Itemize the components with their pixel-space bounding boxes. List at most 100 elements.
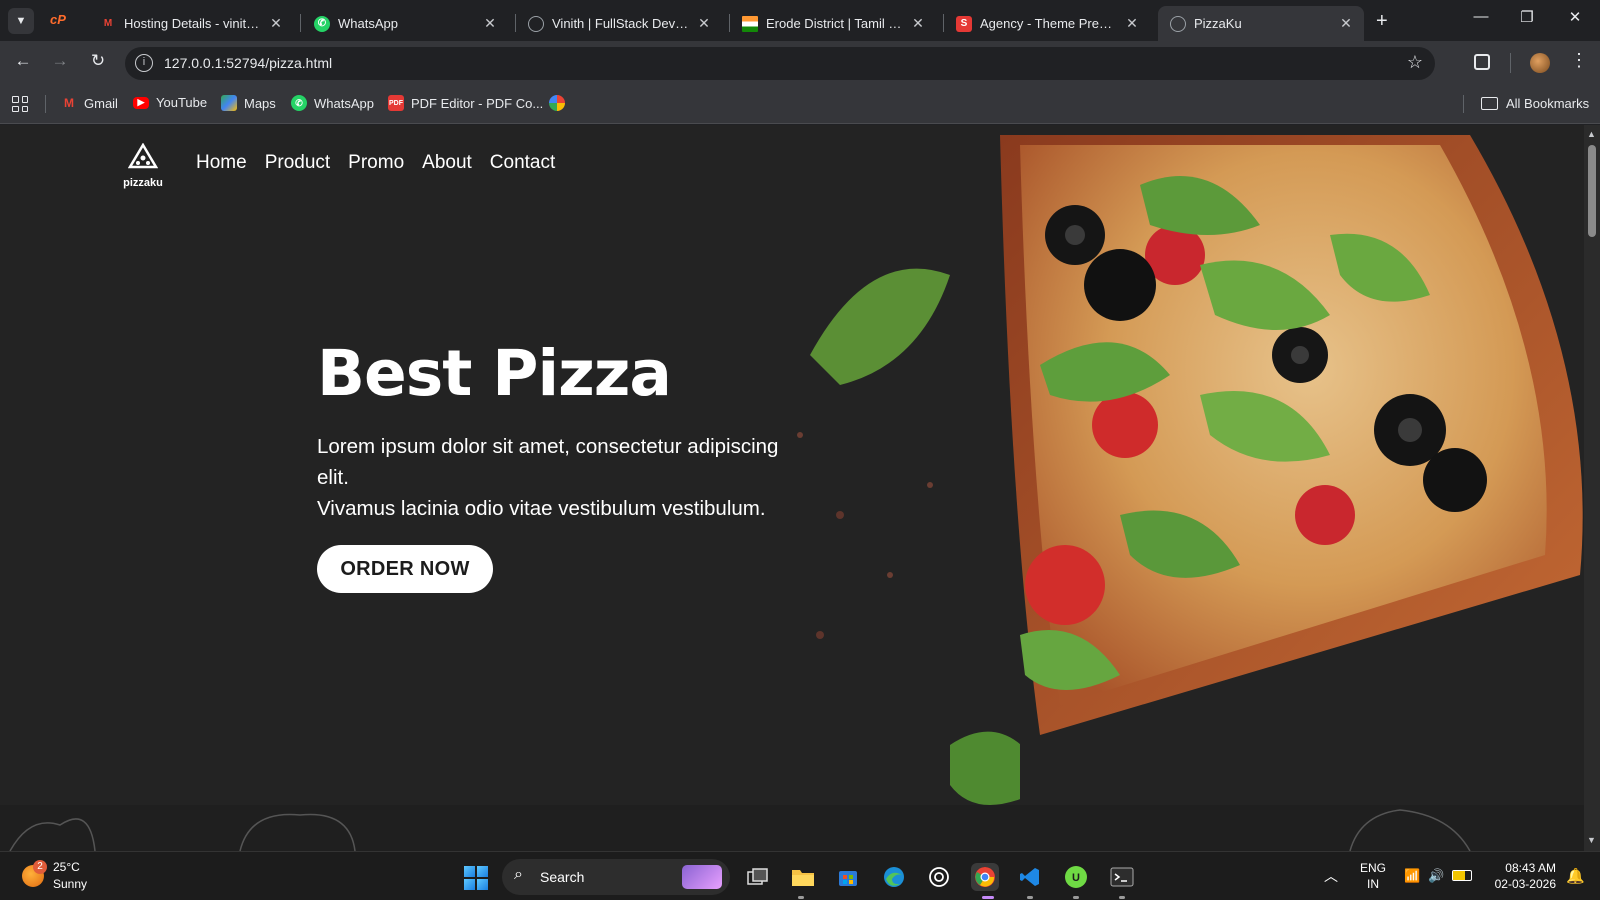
language-indicator[interactable]: ENG IN <box>1360 860 1386 892</box>
folder-icon[interactable] <box>1481 97 1498 110</box>
url-text[interactable]: 127.0.0.1:52794/pizza.html <box>164 55 332 71</box>
bookmark-separator <box>45 95 46 113</box>
system-clock[interactable]: 08:43 AM 02-03-2026 <box>1488 860 1556 892</box>
bookmark-maps[interactable]: Maps <box>221 95 276 111</box>
crumb <box>797 432 803 438</box>
bookmark-gmail[interactable]: M Gmail <box>61 95 118 111</box>
edge-icon[interactable] <box>880 863 908 891</box>
page-scrollbar[interactable]: ▲ ▼ <box>1584 125 1600 851</box>
search-icon: ⌕ <box>514 866 523 883</box>
pizza-hero-image <box>1000 135 1583 735</box>
scroll-down-arrow[interactable]: ▼ <box>1587 835 1596 845</box>
minimize-button[interactable]: — <box>1466 8 1496 25</box>
tray-overflow-chevron-icon[interactable]: ︿ <box>1324 866 1338 886</box>
nav-promo[interactable]: Promo <box>348 152 404 174</box>
tab-erode-district[interactable]: Erode District | Tamil Nad ✕ <box>730 6 936 41</box>
weather-temp[interactable]: 25°C <box>53 860 80 874</box>
more-menu-icon[interactable]: ⋮ <box>1570 50 1588 71</box>
pizzaku-logo[interactable]: pizzaku <box>122 142 164 189</box>
hero-subtitle-line-1: Lorem ipsum dolor sit amet, consectetur … <box>317 435 779 489</box>
bookmark-whatsapp[interactable]: ✆ WhatsApp <box>291 95 374 111</box>
close-tab-icon[interactable]: ✕ <box>910 15 926 32</box>
wifi-icon[interactable]: 📶 <box>1404 868 1420 884</box>
tab-strip: ▼ cP M Hosting Details - vinithku ✕ ✆ Wh… <box>0 0 1600 41</box>
profile-avatar[interactable] <box>1530 53 1550 73</box>
close-window-button[interactable]: ✕ <box>1560 8 1590 26</box>
order-now-button[interactable]: ORDER NOW <box>317 545 493 593</box>
restore-button[interactable]: ❐ <box>1512 8 1542 26</box>
bookmark-pinwheel[interactable] <box>549 95 572 111</box>
running-indicator <box>1027 896 1033 899</box>
basil-leaf <box>810 268 950 385</box>
tab-pizzaku[interactable]: PizzaKu ✕ <box>1158 6 1364 41</box>
tomato-slice <box>1295 485 1355 545</box>
language-line-2: IN <box>1367 877 1379 891</box>
upwork-icon[interactable]: U <box>1062 863 1090 891</box>
notification-bell-icon[interactable]: 🔔 <box>1566 867 1585 885</box>
apps-grid-icon[interactable] <box>12 96 28 112</box>
whatsapp-icon: ✆ <box>314 15 330 32</box>
reload-button[interactable]: ↻ <box>86 51 110 71</box>
scroll-thumb[interactable] <box>1588 145 1596 237</box>
tab-vinith-portfolio[interactable]: Vinith | FullStack Develop ✕ <box>516 6 722 41</box>
extensions-icon[interactable] <box>1474 54 1490 70</box>
weather-desc[interactable]: Sunny <box>53 877 87 891</box>
back-button[interactable]: ← <box>11 51 35 71</box>
task-view-icon[interactable] <box>744 863 772 891</box>
bookmark-pdf-editor[interactable]: PDF PDF Editor - PDF Co... <box>388 95 543 111</box>
microsoft-store-icon[interactable] <box>834 863 862 891</box>
tab-whatsapp[interactable]: ✆ WhatsApp ✕ <box>302 6 508 41</box>
new-tab-button[interactable]: + <box>1376 10 1388 33</box>
volume-icon[interactable]: 🔊 <box>1428 868 1444 884</box>
pinned-tab-icon[interactable]: cP <box>50 12 66 27</box>
battery-icon[interactable] <box>1452 870 1472 881</box>
crumb <box>887 572 893 578</box>
close-tab-icon[interactable]: ✕ <box>696 15 712 32</box>
bookmark-star-icon[interactable]: ☆ <box>1407 52 1423 73</box>
search-highlight-icon <box>682 865 722 889</box>
hero-title: Best Pizza <box>317 337 672 410</box>
file-explorer-icon[interactable] <box>789 863 817 891</box>
pinwheel-icon <box>549 95 565 111</box>
close-tab-icon[interactable]: ✕ <box>1338 15 1354 32</box>
taskbar-search-label: Search <box>540 869 585 885</box>
nav-home[interactable]: Home <box>196 152 247 174</box>
taskbar-search[interactable]: ⌕ Search <box>502 859 730 895</box>
olive <box>1423 448 1487 512</box>
running-indicator <box>798 896 804 899</box>
olive-hole <box>1398 418 1422 442</box>
terminal-icon[interactable] <box>1108 863 1136 891</box>
vscode-icon[interactable] <box>1016 863 1044 891</box>
garnish-leaves <box>797 268 1020 805</box>
tab-search-button[interactable]: ▼ <box>8 8 34 34</box>
chatgpt-icon[interactable] <box>925 863 953 891</box>
chrome-icon[interactable] <box>971 863 999 891</box>
main-nav: Home Product Promo About Contact <box>196 152 555 174</box>
whatsapp-icon: ✆ <box>291 95 307 111</box>
india-flag-icon <box>742 15 758 32</box>
page-viewport: pizzaku Home Product Promo About Contact… <box>0 125 1584 851</box>
tab-agency-theme[interactable]: S Agency - Theme Preview ✕ <box>944 6 1150 41</box>
nav-about[interactable]: About <box>422 152 472 174</box>
nav-contact[interactable]: Contact <box>490 152 555 174</box>
address-bar[interactable]: i 127.0.0.1:52794/pizza.html ☆ <box>125 47 1435 80</box>
crumb <box>816 631 824 639</box>
next-section-peek <box>0 805 1584 851</box>
bookmark-youtube[interactable]: ▶ YouTube <box>133 95 207 110</box>
close-tab-icon[interactable]: ✕ <box>268 15 284 32</box>
scroll-up-arrow[interactable]: ▲ <box>1587 129 1596 139</box>
active-indicator <box>982 896 994 899</box>
weather-badge: 2 <box>33 860 47 874</box>
s-logo-icon: S <box>956 15 972 32</box>
tab-hosting-details[interactable]: M Hosting Details - vinithku ✕ <box>88 6 294 41</box>
running-indicator <box>1073 896 1079 899</box>
clock-date: 02-03-2026 <box>1494 877 1556 891</box>
site-info-icon[interactable]: i <box>135 54 153 72</box>
svg-text:U: U <box>1072 872 1080 884</box>
nav-product[interactable]: Product <box>265 152 330 174</box>
all-bookmarks-button[interactable]: All Bookmarks <box>1506 96 1589 111</box>
close-tab-icon[interactable]: ✕ <box>1124 15 1140 32</box>
close-tab-icon[interactable]: ✕ <box>482 15 498 32</box>
start-button[interactable] <box>464 866 488 890</box>
forward-button[interactable]: → <box>48 51 72 71</box>
